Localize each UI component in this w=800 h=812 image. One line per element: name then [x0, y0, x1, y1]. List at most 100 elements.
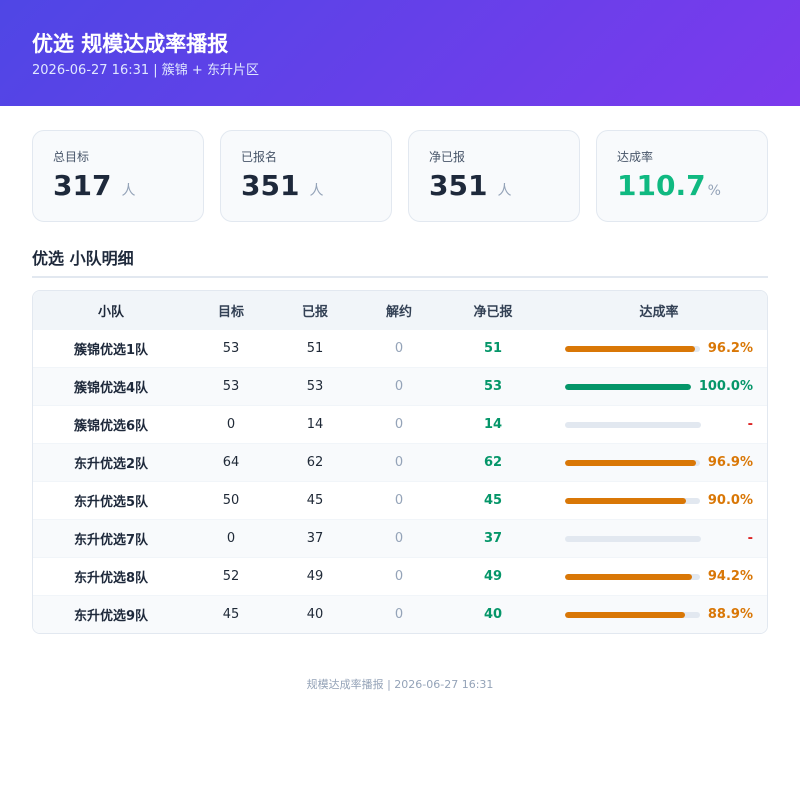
table-row: 东升优选8队 52 49 0 49 94.2% — [33, 557, 767, 595]
kpi-card-achievement-rate: 达成率 110.7 % — [596, 130, 768, 222]
footer-text: 规模达成率播报 | 2026-06-27 16:31 — [306, 678, 494, 691]
table-header-row: 小队 目标 已报 解约 净已报 达成率 — [33, 291, 767, 329]
kpi-value-row: 351 人 — [429, 169, 559, 203]
cell-cancelled: 0 — [394, 531, 404, 546]
cell-rate: 88.9% — [545, 607, 767, 622]
cell-cancelled: 0 — [394, 341, 404, 356]
kpi-value-row: 317 人 — [53, 169, 183, 203]
rate-value: 90.0% — [707, 493, 753, 508]
table-row: 簇锦优选4队 53 53 0 53 100.0% — [33, 367, 767, 405]
progress-track — [565, 383, 691, 390]
header-banner: 优选 规模达成率播报 2026-06-27 16:31 | 簇锦 + 东升片区 — [0, 0, 800, 106]
rate-value: 88.9% — [707, 607, 753, 622]
cell-reported: 14 — [306, 417, 324, 432]
column-header-reported: 已报 — [301, 304, 328, 320]
table-row: 东升优选5队 50 45 0 45 90.0% — [33, 481, 767, 519]
rate-value: 96.9% — [707, 455, 753, 470]
kpi-value-row: 351 人 — [241, 169, 371, 203]
kpi-label: 达成率 — [617, 150, 654, 164]
rate-value: - — [747, 531, 753, 546]
cell-target: 64 — [222, 455, 240, 470]
cell-team: 东升优选9队 — [73, 609, 149, 624]
cell-net: 40 — [483, 607, 503, 622]
cell-rate: 90.0% — [545, 493, 767, 508]
cell-team: 簇锦优选6队 — [73, 419, 149, 434]
kpi-cards: 总目标 317 人 已报名 351 人 净已报 351 人 达成率 110.7 … — [0, 106, 800, 222]
column-header-cancelled: 解约 — [385, 304, 412, 320]
kpi-unit: 人 — [309, 183, 324, 199]
kpi-label: 已报名 — [241, 150, 278, 164]
table-row: 东升优选9队 45 40 0 40 88.9% — [33, 595, 767, 633]
progress-track — [565, 345, 700, 352]
cell-team: 簇锦优选4队 — [73, 381, 149, 396]
kpi-unit: 人 — [497, 183, 512, 199]
cell-net: 14 — [483, 417, 503, 432]
table-row: 簇锦优选1队 53 51 0 51 96.2% — [33, 329, 767, 367]
progress-fill — [565, 611, 685, 618]
cell-rate: 96.9% — [545, 455, 767, 470]
kpi-card-registered: 已报名 351 人 — [220, 130, 392, 222]
kpi-label: 净已报 — [429, 150, 466, 164]
cell-net: 53 — [483, 379, 503, 394]
cell-reported: 37 — [306, 531, 324, 546]
page-title: 优选 规模达成率播报 — [32, 32, 229, 56]
cell-target: 52 — [222, 569, 240, 584]
rate-value: 96.2% — [707, 341, 753, 356]
progress-track — [565, 611, 700, 618]
rate-value: - — [747, 417, 753, 432]
team-table: 小队 目标 已报 解约 净已报 达成率 簇锦优选1队 53 51 0 51 96.2% 簇锦… — [32, 290, 768, 634]
cell-cancelled: 0 — [394, 569, 404, 584]
kpi-value: 110.7 — [617, 169, 706, 202]
cell-rate: 96.2% — [545, 341, 767, 356]
table-row: 簇锦优选6队 0 14 0 14 - — [33, 405, 767, 443]
cell-target: 53 — [222, 379, 240, 394]
kpi-card-total-target: 总目标 317 人 — [32, 130, 204, 222]
column-header-net: 净已报 — [473, 304, 513, 320]
cell-rate: - — [545, 417, 767, 432]
cell-reported: 40 — [306, 607, 324, 622]
progress-fill — [565, 573, 693, 580]
progress-track — [565, 535, 701, 542]
cell-target: 50 — [222, 493, 240, 508]
cell-reported: 51 — [306, 341, 324, 356]
cell-net: 37 — [483, 531, 503, 546]
progress-track — [565, 573, 700, 580]
kpi-value: 317 — [53, 169, 112, 202]
cell-cancelled: 0 — [394, 379, 404, 394]
kpi-value: 351 — [241, 169, 300, 202]
cell-target: 0 — [226, 417, 236, 432]
progress-fill — [565, 383, 691, 390]
cell-reported: 62 — [306, 455, 324, 470]
cell-reported: 49 — [306, 569, 324, 584]
cell-target: 53 — [222, 341, 240, 356]
page-subtitle: 2026-06-27 16:31 | 簇锦 + 东升片区 — [32, 63, 259, 78]
rate-value: 100.0% — [698, 379, 753, 394]
kpi-unit: 人 — [121, 183, 136, 199]
kpi-label: 总目标 — [53, 150, 90, 164]
cell-cancelled: 0 — [394, 455, 404, 470]
progress-fill — [565, 345, 695, 352]
rate-value: 94.2% — [707, 569, 753, 584]
cell-target: 0 — [226, 531, 236, 546]
table-row: 东升优选7队 0 37 0 37 - — [33, 519, 767, 557]
table-body: 簇锦优选1队 53 51 0 51 96.2% 簇锦优选4队 53 53 0 53 100.0% 簇锦优… — [33, 329, 767, 633]
cell-team: 东升优选2队 — [73, 457, 149, 472]
cell-cancelled: 0 — [394, 493, 404, 508]
kpi-unit: % — [707, 183, 721, 199]
kpi-card-net-registered: 净已报 351 人 — [408, 130, 580, 222]
column-header-target: 目标 — [217, 304, 244, 320]
cell-reported: 45 — [306, 493, 324, 508]
cell-cancelled: 0 — [394, 607, 404, 622]
kpi-value-row: 110.7 % — [617, 169, 747, 203]
kpi-value: 351 — [429, 169, 488, 202]
column-header-team: 小队 — [97, 304, 124, 320]
progress-track — [565, 459, 700, 466]
progress-track — [565, 497, 700, 504]
cell-team: 东升优选7队 — [73, 533, 149, 548]
cell-net: 62 — [483, 455, 503, 470]
progress-fill — [565, 459, 696, 466]
cell-reported: 53 — [306, 379, 324, 394]
table-row: 东升优选2队 64 62 0 62 96.9% — [33, 443, 767, 481]
cell-rate: - — [545, 531, 767, 546]
cell-team: 东升优选8队 — [73, 571, 149, 586]
